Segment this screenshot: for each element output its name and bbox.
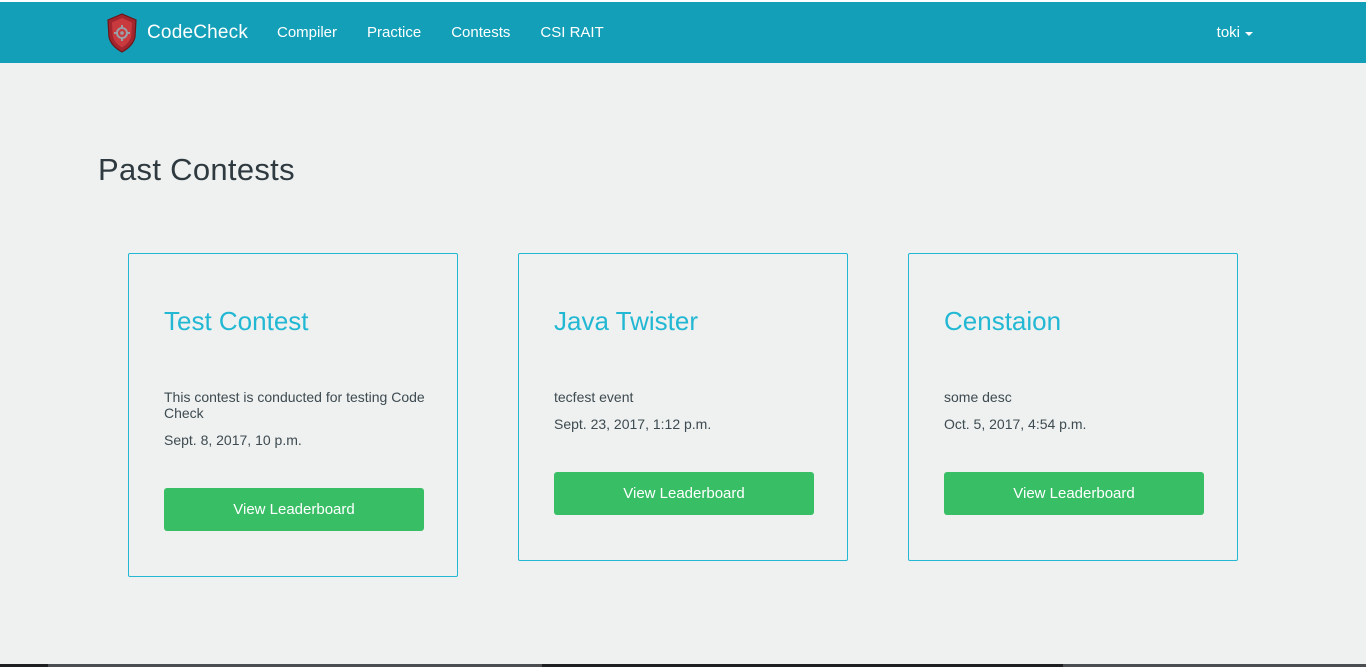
contest-description: This contest is conducted for testing Co… (164, 389, 425, 421)
contest-date: Oct. 5, 2017, 4:54 p.m. (944, 416, 1087, 432)
view-leaderboard-button[interactable]: View Leaderboard (944, 472, 1204, 515)
page-title: Past Contests (98, 152, 295, 187)
username: toki (1216, 24, 1240, 41)
brand-link[interactable]: CodeCheck (107, 13, 248, 53)
contest-card: Test Contest This contest is conducted f… (128, 253, 458, 577)
nav-compiler[interactable]: Compiler (277, 24, 337, 41)
contest-card: Censtaion some desc Oct. 5, 2017, 4:54 p… (908, 253, 1238, 561)
nav-practice[interactable]: Practice (367, 24, 421, 41)
contest-description: tecfest event (554, 389, 634, 405)
nav-links: Compiler Practice Contests CSI RAIT (277, 2, 634, 63)
contest-date: Sept. 23, 2017, 1:12 p.m. (554, 416, 712, 432)
user-menu[interactable]: toki (1217, 2, 1253, 63)
nav-contests[interactable]: Contests (451, 24, 510, 41)
contest-description: some desc (944, 389, 1012, 405)
contest-title: Censtaion (944, 306, 1062, 336)
view-leaderboard-button[interactable]: View Leaderboard (164, 488, 424, 531)
brand-name: CodeCheck (147, 22, 249, 43)
contest-card: Java Twister tecfest event Sept. 23, 201… (518, 253, 848, 561)
view-leaderboard-button[interactable]: View Leaderboard (554, 472, 814, 515)
contest-title: Test Contest (164, 306, 309, 336)
nav-csi-rait[interactable]: CSI RAIT (540, 24, 603, 41)
contest-date: Sept. 8, 2017, 10 p.m. (164, 432, 302, 448)
navbar: CodeCheck Compiler Practice Contests CSI… (0, 2, 1366, 63)
contest-title: Java Twister (554, 306, 699, 336)
caret-down-icon (1245, 31, 1253, 36)
shield-logo-icon (107, 13, 137, 53)
